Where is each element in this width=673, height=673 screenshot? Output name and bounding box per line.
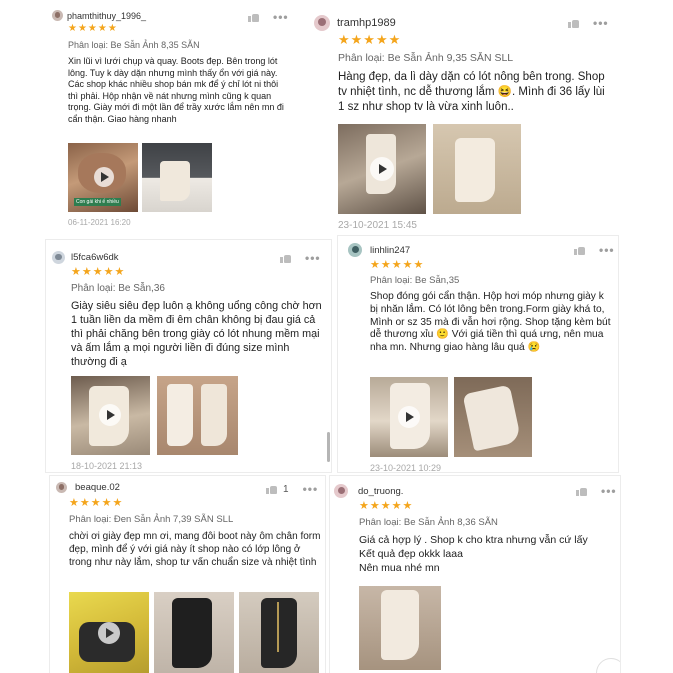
review-date: 23-10-2021 10:29	[370, 463, 442, 472]
review-text: Hàng đẹp, da lì dày dặn có lót nông bên …	[338, 71, 605, 113]
like-icon[interactable]	[280, 253, 291, 263]
review-photo[interactable]	[359, 586, 441, 670]
review-line: Kết quả đẹp okkk laaa	[359, 548, 463, 560]
more-icon[interactable]: •••	[593, 17, 609, 29]
rating-stars: ★★★★★	[68, 23, 118, 34]
review-actions: •••	[248, 11, 289, 23]
review-photo[interactable]	[454, 377, 532, 457]
review-photo[interactable]	[142, 143, 212, 212]
like-icon[interactable]	[266, 484, 277, 494]
more-icon[interactable]: •••	[599, 244, 615, 256]
review-actions: •••	[568, 17, 609, 29]
like-icon[interactable]	[574, 245, 585, 255]
username[interactable]: l5fca6w6dk	[71, 252, 119, 263]
variant-label: Phân loại: Be Sẫn,35	[370, 275, 460, 286]
username[interactable]: phamthithuy_1996_	[67, 11, 146, 21]
review-video-thumbnail[interactable]	[71, 376, 150, 455]
more-icon[interactable]: •••	[601, 485, 617, 497]
review-header: l5fca6w6dk	[52, 251, 119, 264]
review-card-2: tramhp1989 ••• ★★★★★ Phân loại: Be Sẫn Ả…	[302, 4, 618, 232]
like-icon[interactable]	[568, 18, 579, 28]
review-video-thumbnail[interactable]: Con gái khi ế nhiều	[68, 143, 138, 212]
play-icon[interactable]	[99, 404, 121, 426]
review-actions: •••	[576, 485, 617, 497]
review-actions: 1 •••	[266, 483, 318, 495]
username[interactable]: do_truong.	[358, 486, 403, 497]
variant-label: Phân loại: Be Sẫn Ảnh 9,35 SẴN SLL	[338, 52, 514, 64]
username[interactable]: tramhp1989	[337, 17, 396, 29]
rating-stars: ★★★★★	[359, 500, 414, 512]
review-card-3: l5fca6w6dk ••• ★★★★★ Phân loại: Be Sẫn,3…	[46, 240, 331, 472]
review-photo[interactable]	[433, 124, 521, 214]
review-date: 23-10-2021 15:45	[338, 220, 417, 231]
review-video-thumbnail[interactable]	[370, 377, 448, 457]
review-photo[interactable]	[157, 376, 238, 455]
review-date: 06-11-2021 16:20	[68, 218, 131, 227]
more-icon[interactable]: •••	[305, 252, 321, 264]
like-icon[interactable]	[248, 12, 259, 22]
review-photo[interactable]	[239, 592, 319, 673]
review-text: Xin lũi vì lưới chụp và quay. Boots đẹp.…	[68, 56, 284, 124]
review-header: tramhp1989	[314, 15, 396, 31]
avatar[interactable]	[334, 484, 348, 498]
avatar[interactable]	[314, 15, 330, 31]
play-icon[interactable]	[94, 167, 114, 187]
play-icon[interactable]	[370, 157, 394, 181]
more-icon[interactable]: •••	[303, 483, 319, 495]
review-actions: •••	[574, 244, 615, 256]
review-header: do_truong.	[334, 484, 403, 498]
review-text: Giày siêu siêu đẹp luôn ạ không uổng côn…	[71, 300, 322, 369]
rating-stars: ★★★★★	[370, 259, 425, 271]
avatar[interactable]	[348, 243, 362, 257]
review-card-4: linhlin247 ••• ★★★★★ Phân loại: Be Sẫn,3…	[338, 236, 618, 472]
review-card-5: beaque.02 1 ••• ★★★★★ Phân loại: Đen Sẫn…	[50, 476, 325, 673]
avatar[interactable]	[56, 482, 67, 493]
thumbnail-caption: Con gái khi ế nhiều	[74, 198, 121, 206]
like-count: 1	[283, 483, 289, 495]
scroll-to-top-button[interactable]	[596, 658, 620, 673]
review-header: phamthithuy_1996_	[52, 10, 146, 21]
review-video-thumbnail[interactable]	[69, 592, 149, 673]
review-video-thumbnail[interactable]	[338, 124, 426, 214]
review-text: Shop đóng gói cẩn thận. Hộp hơi móp nhưn…	[370, 291, 611, 353]
play-icon[interactable]	[398, 406, 420, 428]
rating-stars: ★★★★★	[69, 497, 124, 509]
review-line: Nên mua nhé mn	[359, 562, 440, 574]
rating-stars: ★★★★★	[338, 32, 402, 47]
review-actions: •••	[280, 252, 321, 264]
review-text: chời ơi giày đẹp mn ơi, mang đôi boot nà…	[69, 531, 321, 568]
review-line: Giá cả hợp lý . Shop k cho ktra nhưng vẫ…	[359, 534, 588, 546]
username[interactable]: linhlin247	[370, 245, 410, 256]
review-date: 18-10-2021 21:13	[71, 461, 143, 471]
review-header: beaque.02	[56, 482, 120, 493]
rating-stars: ★★★★★	[71, 266, 126, 278]
review-card-1: phamthithuy_1996_ ••• ★★★★★ Phân loại: B…	[52, 4, 296, 232]
review-photo[interactable]	[154, 592, 234, 673]
variant-label: Phân loại: Be Sẫn,36	[71, 283, 165, 294]
variant-label: Phân loại: Be Sẫn Ảnh 8,35 SẴN	[68, 40, 200, 50]
review-card-6: do_truong. ••• ★★★★★ Phân loại: Be Sẫn Ả…	[330, 476, 620, 673]
like-icon[interactable]	[576, 486, 587, 496]
avatar[interactable]	[52, 251, 65, 264]
username[interactable]: beaque.02	[75, 482, 120, 493]
variant-label: Phân loại: Đen Sẫn Ảnh 7,39 SẴN SLL	[69, 514, 234, 525]
more-icon[interactable]: •••	[273, 11, 289, 23]
avatar[interactable]	[52, 10, 63, 21]
review-header: linhlin247	[348, 243, 410, 257]
scrollbar[interactable]	[327, 432, 330, 462]
variant-label: Phân loại: Be Sẫn Ảnh 8,36 SẴN	[359, 517, 498, 528]
play-icon[interactable]	[98, 622, 120, 644]
